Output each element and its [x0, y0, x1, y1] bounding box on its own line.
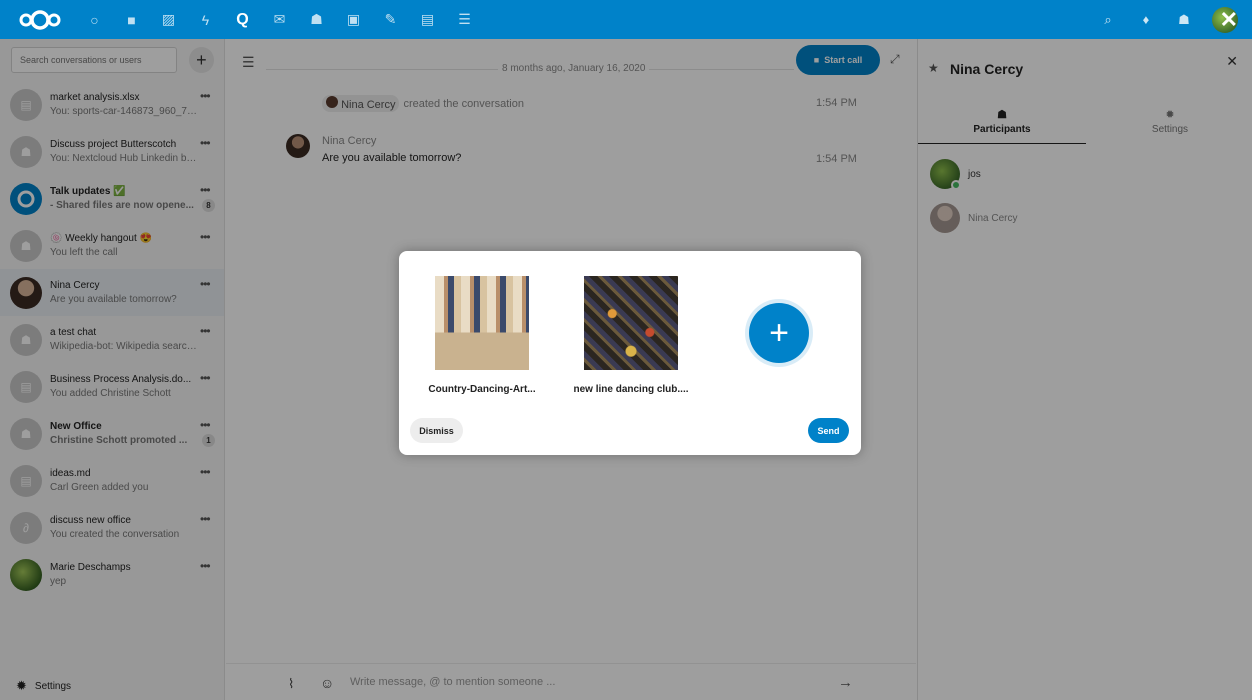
- tasks-icon[interactable]: ☰: [446, 0, 483, 39]
- top-navigation-bar: ○ ■ ▨ ϟ Q ✉ ☗ ▣ ✎ ▤ ☰ ⌕ ♦ ☗: [0, 0, 1252, 39]
- notifications-icon[interactable]: ♦: [1136, 10, 1156, 30]
- dismiss-button[interactable]: Dismiss: [410, 418, 463, 443]
- app-menu: ○ ■ ▨ ϟ Q ✉ ☗ ▣ ✎ ▤ ☰: [76, 0, 483, 39]
- contacts-menu-icon[interactable]: ☗: [1174, 10, 1194, 30]
- photos-icon[interactable]: ▨: [150, 0, 187, 39]
- nextcloud-logo[interactable]: [10, 0, 70, 39]
- top-right-icons: ⌕ ♦ ☗: [1098, 0, 1238, 39]
- add-more-files-button[interactable]: +: [749, 303, 809, 363]
- file-name: Country-Dancing-Art...: [428, 384, 536, 395]
- search-icon[interactable]: ⌕: [1098, 10, 1118, 30]
- contacts-icon[interactable]: ☗: [298, 0, 335, 39]
- calendar-icon[interactable]: ▣: [335, 0, 372, 39]
- dashboard-icon[interactable]: ○: [76, 0, 113, 39]
- mail-icon[interactable]: ✉: [261, 0, 298, 39]
- send-button[interactable]: Send: [808, 418, 849, 443]
- file-thumbnail[interactable]: [435, 276, 529, 370]
- upload-files-dialog: Country-Dancing-Art... new line dancing …: [399, 251, 861, 455]
- file-thumbnail[interactable]: [584, 276, 678, 370]
- notes-icon[interactable]: ✎: [372, 0, 409, 39]
- files-icon[interactable]: ■: [113, 0, 150, 39]
- close-modal-icon[interactable]: ✕: [1220, 7, 1238, 33]
- talk-icon[interactable]: Q: [224, 0, 261, 39]
- deck-icon[interactable]: ▤: [409, 0, 446, 39]
- file-name: new line dancing club....: [573, 384, 689, 395]
- activity-icon[interactable]: ϟ: [187, 0, 224, 39]
